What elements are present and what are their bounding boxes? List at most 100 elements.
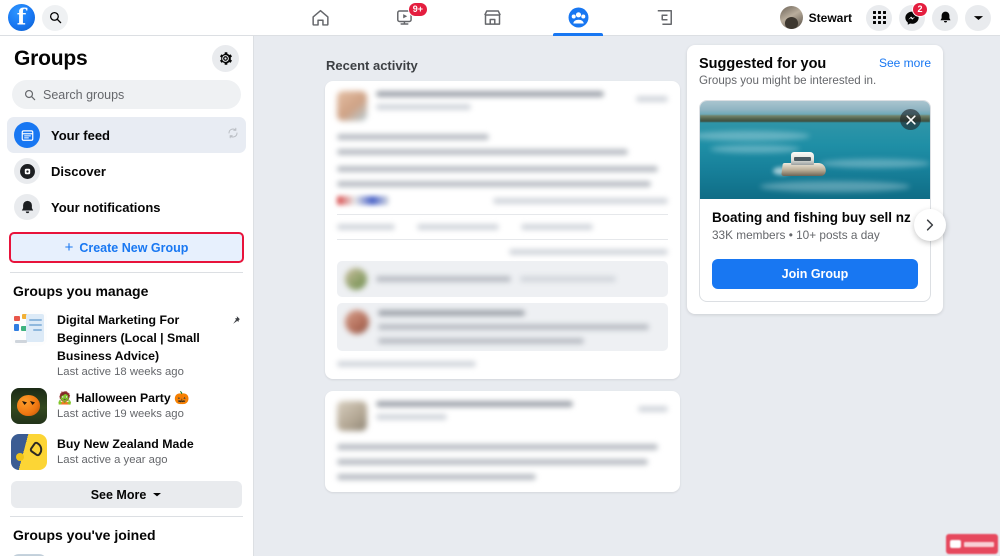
chevron-right-icon bbox=[926, 219, 934, 231]
discover-icon bbox=[14, 158, 40, 184]
sync-icon bbox=[227, 126, 239, 144]
group-name: Buy New Zealand Made bbox=[57, 437, 194, 451]
sidebar-item-label: Discover bbox=[51, 163, 106, 179]
grid-menu-icon bbox=[872, 11, 886, 24]
sidebar-item-your-feed[interactable]: Your feed bbox=[7, 117, 246, 153]
divider bbox=[337, 214, 668, 215]
groups-settings-button[interactable] bbox=[212, 45, 239, 72]
sidebar-item-label: Your notifications bbox=[51, 199, 161, 215]
post-avatar bbox=[337, 91, 367, 121]
see-more-link[interactable]: See more bbox=[879, 56, 931, 70]
chevron-down-icon bbox=[973, 15, 983, 20]
suggested-group-info: Boating and fishing buy sell nz 33K memb… bbox=[700, 199, 930, 242]
groups-you-manage-heading: Groups you manage bbox=[13, 283, 149, 299]
chevron-down-icon bbox=[153, 493, 162, 497]
suggested-for-you-card: Suggested for you See more Groups you mi… bbox=[687, 45, 946, 314]
plus-icon: + bbox=[64, 239, 74, 256]
messenger-button[interactable]: 2 bbox=[899, 1, 928, 31]
sidebar-header: Groups bbox=[0, 36, 253, 76]
video-badge: 9+ bbox=[407, 1, 428, 17]
see-more-button[interactable]: See More bbox=[11, 481, 242, 508]
search-icon bbox=[24, 89, 36, 100]
list-item[interactable]: Buy New Zealand Made Last active a year … bbox=[0, 429, 253, 475]
recent-activity-feed: Recent activity bbox=[325, 36, 680, 504]
list-item[interactable]: Digital Marketing For Beginners (Local |… bbox=[0, 305, 253, 383]
suggested-subtitle: Groups you might be interested in. bbox=[699, 74, 877, 87]
see-more-label: See More bbox=[90, 487, 147, 502]
messenger-badge: 2 bbox=[912, 1, 928, 17]
group-last-active: Last active 19 weeks ago bbox=[57, 408, 184, 420]
suggested-group-card[interactable]: Boating and fishing buy sell nz 33K memb… bbox=[699, 100, 946, 302]
marketplace-icon bbox=[483, 10, 501, 25]
list-item[interactable]: Digital Nomads Bali Last active about an… bbox=[0, 549, 253, 556]
boat-graphic bbox=[773, 150, 827, 176]
group-thumbnail bbox=[11, 388, 47, 424]
feed-post-card[interactable] bbox=[325, 391, 680, 492]
account-menu-button[interactable] bbox=[965, 4, 991, 31]
facebook-logo-icon[interactable] bbox=[8, 4, 35, 31]
feed-heading: Recent activity bbox=[326, 58, 418, 73]
post-comment[interactable] bbox=[337, 303, 668, 351]
sidebar-item-your-notifications[interactable]: Your notifications bbox=[7, 189, 246, 225]
create-new-group-button[interactable]: + Create New Group bbox=[9, 232, 244, 263]
nav-tab-video[interactable]: 9+ bbox=[375, 0, 437, 36]
join-group-button[interactable]: Join Group bbox=[712, 259, 918, 289]
suggested-title: Suggested for you bbox=[699, 56, 827, 72]
notifications-button[interactable] bbox=[932, 4, 958, 31]
close-icon bbox=[905, 114, 916, 125]
nav-tab-marketplace[interactable] bbox=[461, 0, 523, 36]
sidebar-item-discover[interactable]: Discover bbox=[7, 153, 246, 189]
group-last-active: Last active a year ago bbox=[57, 454, 168, 466]
nav-tab-home[interactable] bbox=[289, 0, 351, 36]
group-thumbnail bbox=[11, 310, 47, 346]
post-comment[interactable] bbox=[337, 261, 668, 297]
subscribe-label bbox=[964, 541, 994, 547]
groups-sidebar: Groups Search groups Your feed Discover … bbox=[0, 36, 254, 556]
header-search-button[interactable] bbox=[42, 4, 68, 31]
avatar bbox=[779, 6, 803, 29]
header-nav-tabs: 9+ bbox=[277, 0, 707, 36]
list-item[interactable]: 🧟 Halloween Party 🎃 Last active 19 weeks… bbox=[0, 383, 253, 429]
post-header bbox=[337, 91, 668, 121]
profile-button[interactable]: Stewart bbox=[778, 4, 859, 31]
next-suggestion-button[interactable] bbox=[914, 209, 946, 241]
header-right: Stewart 2 bbox=[778, 1, 1000, 31]
search-icon bbox=[49, 11, 61, 24]
divider bbox=[337, 239, 668, 240]
suggested-header: Suggested for you See more bbox=[699, 56, 931, 72]
group-name: Digital Marketing For Beginners (Local |… bbox=[57, 313, 200, 363]
feed-post-card[interactable] bbox=[325, 81, 680, 379]
home-icon bbox=[311, 9, 329, 26]
facebook-groups-page: 9+ bbox=[0, 0, 1000, 556]
page-title: Groups bbox=[14, 46, 88, 70]
groups-youve-joined-heading: Groups you've joined bbox=[13, 527, 156, 543]
pin-icon bbox=[230, 313, 241, 331]
close-suggestion-button[interactable] bbox=[900, 109, 921, 130]
feed-icon bbox=[14, 122, 40, 148]
suggested-group-meta: 33K members • 10+ posts a day bbox=[712, 228, 880, 242]
nav-tab-groups[interactable] bbox=[547, 0, 609, 36]
group-thumbnail bbox=[11, 434, 47, 470]
youtube-icon bbox=[950, 540, 961, 548]
post-header bbox=[337, 401, 668, 431]
group-cover-image bbox=[700, 101, 930, 199]
group-name: 🧟 Halloween Party 🎃 bbox=[57, 391, 190, 405]
nav-tab-gaming[interactable] bbox=[633, 0, 695, 36]
bell-icon bbox=[940, 11, 950, 23]
subscribe-badge[interactable] bbox=[946, 534, 998, 554]
top-navigation-bar: 9+ bbox=[0, 0, 1000, 36]
gear-icon bbox=[220, 52, 232, 65]
join-group-label: Join Group bbox=[781, 267, 849, 281]
suggested-group-name: Boating and fishing buy sell nz bbox=[712, 210, 911, 225]
grid-menu-button[interactable] bbox=[866, 4, 892, 31]
post-avatar bbox=[337, 401, 367, 431]
search-groups-input[interactable]: Search groups bbox=[12, 80, 241, 109]
profile-name: Stewart bbox=[808, 10, 852, 25]
main-content: Recent activity Suggested for you See mo… bbox=[254, 36, 1000, 556]
header-left bbox=[0, 4, 255, 31]
bell-icon bbox=[14, 194, 40, 220]
group-last-active: Last active 18 weeks ago bbox=[57, 366, 184, 378]
search-placeholder: Search groups bbox=[43, 87, 125, 102]
sidebar-item-label: Your feed bbox=[51, 127, 110, 143]
gaming-icon bbox=[657, 10, 672, 25]
